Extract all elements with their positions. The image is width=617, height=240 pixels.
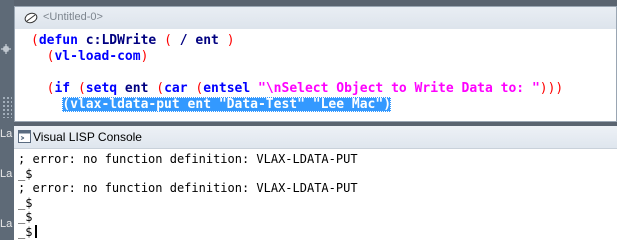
selected-code: (vlax-ldata-put ent "Data-Test" "Lee Mac… xyxy=(62,97,392,112)
code-line[interactable]: (vl-load-com) xyxy=(31,49,612,65)
code-line[interactable]: (if (setq ent (car (entsel "\nSelect Obj… xyxy=(31,81,612,97)
code-token: entsel xyxy=(203,81,251,96)
code-editor-window[interactable]: <Untitled-0> (defun c:LDWrite ( / ent ) … xyxy=(14,6,617,122)
console-output[interactable]: ; error: no function definition: VLAX-LD… xyxy=(18,152,613,239)
background-label: La xyxy=(0,218,13,230)
code-token: / ent xyxy=(171,33,227,48)
code-token: c:LDWrite xyxy=(77,33,165,48)
console-line-text: _$ xyxy=(18,195,33,210)
code-text-area[interactable]: (defun c:LDWrite ( / ent ) (vl-load-com)… xyxy=(31,33,612,113)
editor-title-bar[interactable]: <Untitled-0> xyxy=(15,7,616,29)
console-line-text: _$ xyxy=(18,166,33,181)
code-token: ) xyxy=(140,49,149,64)
console-line-text: ; error: no function definition: VLAX-LD… xyxy=(18,181,358,195)
code-token: setq xyxy=(85,81,118,96)
code-token: ent xyxy=(117,81,157,96)
console-line-text: ; error: no function definition: VLAX-LD… xyxy=(18,152,358,166)
code-token: ))) xyxy=(539,81,564,96)
grid-dots xyxy=(2,96,12,118)
code-token: "\nSelect Object to Write Data to: " xyxy=(258,81,540,96)
code-line[interactable]: (defun c:LDWrite ( / ent ) xyxy=(31,33,612,49)
background-label: La xyxy=(0,128,13,140)
console-title: Visual LISP Console xyxy=(33,130,142,144)
code-token: defun xyxy=(38,33,78,48)
code-token: ( xyxy=(156,81,165,96)
code-token: ( xyxy=(164,33,172,48)
text-cursor xyxy=(35,224,38,238)
console-title-bar[interactable]: Visual LISP Console xyxy=(14,126,617,149)
background-autocad-strip: La La La xyxy=(0,0,14,240)
console-prompt-line: _$ xyxy=(18,210,613,225)
console-window[interactable]: Visual LISP Console ; error: no function… xyxy=(14,126,617,240)
code-token: ( xyxy=(77,81,86,96)
console-prompt-line: _$ xyxy=(18,167,613,182)
console-icon xyxy=(18,130,31,143)
code-line[interactable] xyxy=(31,65,612,81)
code-token: vl-load-com xyxy=(54,49,141,64)
code-token: if xyxy=(54,81,71,96)
console-line-text: _$ xyxy=(18,210,33,224)
console-error-line: ; error: no function definition: VLAX-LD… xyxy=(18,152,613,167)
console-prompt-line: _$ xyxy=(18,224,613,240)
code-token: car xyxy=(164,81,188,96)
code-token: ( xyxy=(31,33,39,48)
console-line-text: _$ xyxy=(18,224,33,239)
console-error-line: ; error: no function definition: VLAX-LD… xyxy=(18,181,613,196)
code-token: ) xyxy=(226,33,235,48)
lisp-file-icon xyxy=(24,12,38,24)
crosshair-icon xyxy=(1,44,11,54)
editor-title: <Untitled-0> xyxy=(43,11,103,23)
code-line[interactable]: (vlax-ldata-put ent "Data-Test" "Lee Mac… xyxy=(31,97,612,113)
console-prompt-line: _$ xyxy=(18,196,613,211)
background-label: La xyxy=(0,168,13,180)
